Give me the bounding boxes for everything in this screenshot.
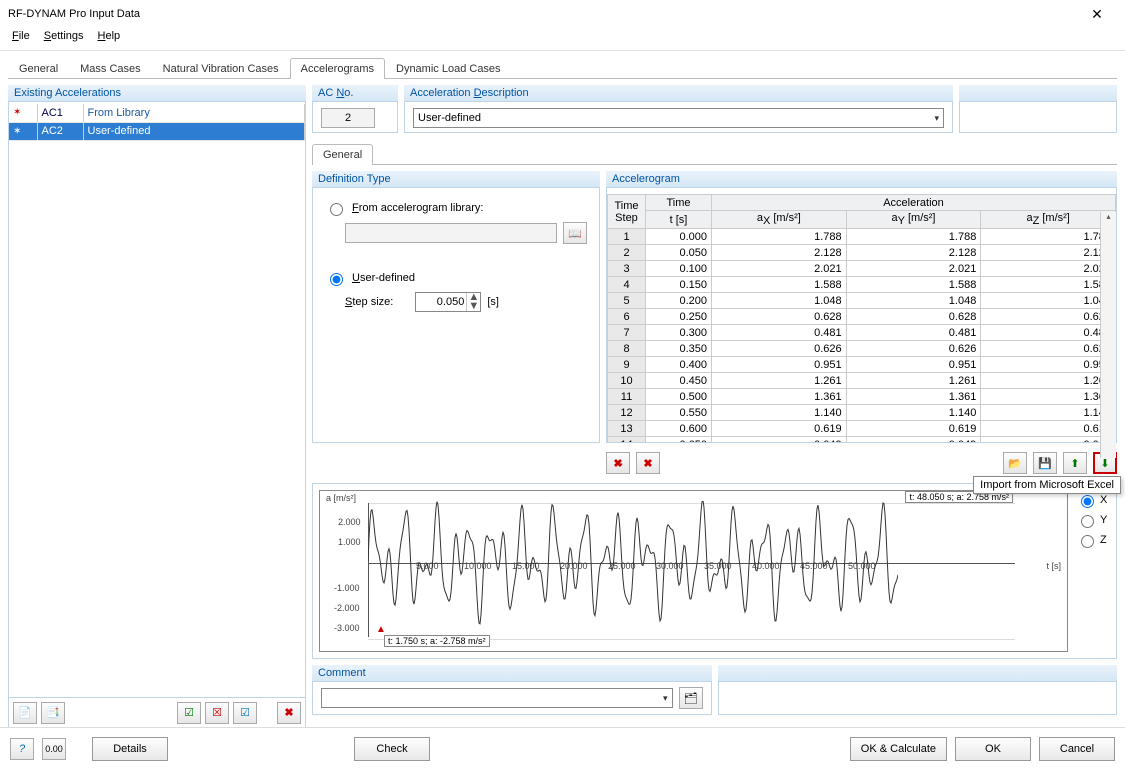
table-row: 120.5501.1401.1401.140 bbox=[608, 405, 1116, 421]
list-item: ✶AC1From Library bbox=[9, 104, 305, 122]
step-size-unit: [s] bbox=[487, 296, 499, 308]
ok-button[interactable]: OK bbox=[955, 737, 1031, 761]
marker-icon: ▲ bbox=[376, 624, 386, 635]
accelerogram-table[interactable]: Time Step Time Acceleration t [s] aX [m/… bbox=[607, 194, 1116, 442]
radio-from-library[interactable] bbox=[330, 203, 343, 216]
description-combo[interactable]: User-defined ▾ bbox=[413, 108, 944, 128]
acno-input[interactable] bbox=[321, 108, 375, 128]
comment-pick-button[interactable]: 🗂 bbox=[679, 687, 703, 709]
tab-natural-vibration[interactable]: Natural Vibration Cases bbox=[152, 58, 290, 79]
new-button[interactable]: 📄 bbox=[13, 702, 37, 724]
existing-accelerations-title: Existing Accelerations bbox=[8, 85, 306, 102]
axis-y-option[interactable]: Y bbox=[1076, 512, 1110, 528]
comment-combo[interactable]: ▾ bbox=[321, 688, 673, 708]
tab-mass-cases[interactable]: Mass Cases bbox=[69, 58, 152, 79]
table-row: 50.2001.0481.0481.048 bbox=[608, 293, 1116, 309]
menu-settings[interactable]: Settings bbox=[38, 28, 90, 48]
help-button[interactable]: ? bbox=[10, 738, 34, 760]
table-row: 110.5001.3611.3611.361 bbox=[608, 389, 1116, 405]
close-icon[interactable]: ✕ bbox=[1077, 6, 1117, 23]
radio-from-library-label: From accelerogram library: bbox=[352, 202, 483, 214]
ok-calculate-button[interactable]: OK & Calculate bbox=[850, 737, 947, 761]
step-size-label: Step size: bbox=[345, 296, 393, 308]
accelerogram-chart[interactable]: a [m/s²] 2.000 1.000 -1.000 -2.000 -3.00… bbox=[319, 490, 1068, 652]
units-button[interactable]: 0.00 bbox=[42, 738, 66, 760]
acno-title: AC No. bbox=[312, 85, 398, 102]
tab-general[interactable]: General bbox=[8, 58, 69, 79]
step-size-spinner[interactable]: 0.050 ▲▼ bbox=[415, 292, 481, 312]
chart-line bbox=[368, 501, 898, 641]
copy-button[interactable]: 📑 bbox=[41, 702, 65, 724]
uncheck-button[interactable]: ☒ bbox=[205, 702, 229, 724]
open-file-button[interactable]: 📂 bbox=[1003, 452, 1027, 474]
table-row: 80.3500.6260.6260.626 bbox=[608, 341, 1116, 357]
table-row: 30.1002.0212.0212.021 bbox=[608, 261, 1116, 277]
acceleration-list[interactable]: ✶AC1From Library ✶AC2User-defined bbox=[9, 104, 305, 697]
clear-table-button[interactable]: ✖ bbox=[636, 452, 660, 474]
tab-dynamic-load-cases[interactable]: Dynamic Load Cases bbox=[385, 58, 512, 79]
tab-accelerograms[interactable]: Accelerograms bbox=[290, 58, 385, 79]
table-row: 100.4501.2611.2611.261 bbox=[608, 373, 1116, 389]
toggle-button[interactable]: ☑ bbox=[233, 702, 257, 724]
list-item: ✶AC2User-defined bbox=[9, 122, 305, 140]
library-path-input bbox=[345, 223, 557, 243]
radio-user-defined[interactable] bbox=[330, 273, 343, 286]
axis-z-option[interactable]: Z bbox=[1076, 532, 1110, 548]
desc-title: Acceleration Description bbox=[404, 85, 953, 102]
axis-x-option[interactable]: X bbox=[1076, 492, 1110, 508]
table-row: 130.6000.6190.6190.619 bbox=[608, 421, 1116, 437]
accelerogram-title: Accelerogram bbox=[606, 171, 1117, 188]
main-tabs: General Mass Cases Natural Vibration Cas… bbox=[8, 57, 1117, 79]
chart-min-label: t: 1.750 s; a: -2.758 m/s² bbox=[384, 635, 490, 647]
deftype-title: Definition Type bbox=[312, 171, 600, 188]
chevron-down-icon: ▾ bbox=[934, 113, 939, 124]
table-row: 20.0502.1282.1282.128 bbox=[608, 245, 1116, 261]
comment-title: Comment bbox=[312, 665, 712, 682]
table-row: 40.1501.5881.5881.588 bbox=[608, 277, 1116, 293]
menu-help[interactable]: Help bbox=[92, 28, 127, 48]
check-all-button[interactable]: ☑ bbox=[177, 702, 201, 724]
window-title: RF-DYNAM Pro Input Data bbox=[8, 8, 1077, 20]
radio-user-defined-label: User-defined bbox=[352, 272, 415, 284]
delete-row-button[interactable]: ✖̵ bbox=[606, 452, 630, 474]
menu-file[interactable]: File bbox=[6, 28, 36, 48]
browse-library-button[interactable]: 📖 bbox=[563, 222, 587, 244]
details-button[interactable]: Details bbox=[92, 737, 168, 761]
table-row: 60.2500.6280.6280.628 bbox=[608, 309, 1116, 325]
inner-tab-general[interactable]: General bbox=[312, 144, 373, 165]
table-row: 70.3000.4810.4810.481 bbox=[608, 325, 1116, 341]
table-row: 140.650-0.049-0.049-0.049 bbox=[608, 437, 1116, 442]
table-scrollbar[interactable] bbox=[1100, 212, 1116, 458]
delete-button[interactable]: ✖ bbox=[277, 702, 301, 724]
chevron-down-icon: ▾ bbox=[663, 693, 668, 704]
check-button[interactable]: Check bbox=[354, 737, 430, 761]
export-excel-button[interactable]: ⬆ bbox=[1063, 452, 1087, 474]
table-row: 90.4000.9510.9510.951 bbox=[608, 357, 1116, 373]
cancel-button[interactable]: Cancel bbox=[1039, 737, 1115, 761]
tooltip-import-excel: Import from Microsoft Excel bbox=[973, 476, 1121, 494]
save-file-button[interactable]: 💾 bbox=[1033, 452, 1057, 474]
table-row: 10.0001.7881.7881.788 bbox=[608, 229, 1116, 245]
